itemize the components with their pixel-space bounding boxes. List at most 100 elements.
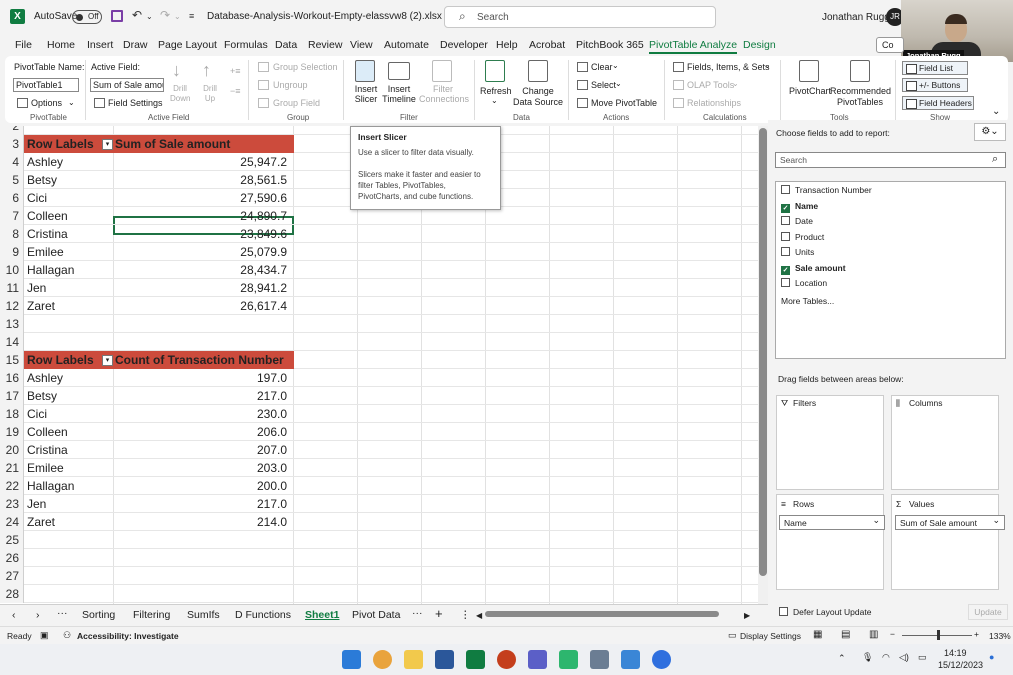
zoom-out-icon[interactable]: −	[890, 629, 895, 639]
olap-tools-button[interactable]: OLAP Tools	[687, 80, 734, 90]
row-label-cell[interactable]: Zaret	[27, 513, 55, 531]
user-name[interactable]: Jonathan Rugg	[822, 12, 890, 23]
tab-formulas[interactable]: Formulas	[224, 39, 268, 51]
recommended-pivottables-button[interactable]: Recommended PivotTables	[830, 86, 891, 108]
sheet-tab-filtering[interactable]: Filtering	[133, 609, 170, 621]
clock-date[interactable]: 15/12/2023	[938, 660, 983, 670]
field-item[interactable]: Date	[781, 216, 813, 226]
ribbon-collapse-icon[interactable]: ⌄	[992, 106, 1000, 117]
row-label-cell[interactable]: Emilee	[27, 243, 64, 261]
row-header[interactable]: 23	[0, 495, 24, 513]
row-header[interactable]: 3	[0, 135, 24, 153]
field-list-button[interactable]: Field List	[902, 61, 968, 75]
sheet-tab-sumifs[interactable]: SumIfs	[187, 609, 220, 621]
table-row[interactable]: Emilee 203.0	[24, 459, 758, 477]
macro-record-icon[interactable]: ▣	[40, 630, 49, 641]
rows-field-name[interactable]: Name	[779, 515, 885, 530]
field-search-input[interactable]: Search ⌕	[775, 152, 1006, 168]
excel-taskbar-icon[interactable]	[466, 650, 485, 669]
value-cell[interactable]: 28,434.7	[113, 261, 287, 279]
row-header[interactable]: 11	[0, 279, 24, 297]
normal-view-icon[interactable]: ▦	[813, 629, 822, 640]
row-label-cell[interactable]: Jen	[27, 495, 46, 513]
defer-layout-checkbox[interactable]	[779, 607, 788, 616]
tab-help[interactable]: Help	[496, 39, 518, 51]
search-box[interactable]: ⌕ Search	[444, 6, 716, 28]
expand-field-icon[interactable]: +≡	[230, 66, 241, 76]
value-cell[interactable]: 27,590.6	[113, 189, 287, 207]
scroll-right-icon[interactable]: ▶	[744, 611, 750, 620]
row-header[interactable]: 9	[0, 243, 24, 261]
autosave-toggle[interactable]: Off	[72, 10, 102, 24]
value-cell[interactable]: 28,941.2	[113, 279, 287, 297]
pivot-header-row[interactable]: Row Labels ▾ Count of Transaction Number	[24, 351, 758, 369]
row-label-cell[interactable]: Cristina	[27, 225, 68, 243]
row-label-cell[interactable]: Ashley	[27, 369, 63, 387]
table-row[interactable]: Cici 230.0	[24, 405, 758, 423]
row-header[interactable]: 17	[0, 387, 24, 405]
value-cell[interactable]: 24,890.7	[113, 207, 287, 225]
redo-dropdown-icon[interactable]: ⌄	[174, 12, 181, 21]
active-field-input[interactable]: Sum of Sale amount	[90, 78, 164, 92]
insert-timeline-button[interactable]: Insert Timeline	[381, 84, 417, 104]
table-row[interactable]: Jen 217.0	[24, 495, 758, 513]
table-row[interactable]: Betsy 217.0	[24, 387, 758, 405]
calendar-app-icon[interactable]	[621, 650, 640, 669]
zoom-slider-thumb[interactable]	[937, 630, 940, 640]
row-label-cell[interactable]: Emilee	[27, 459, 64, 477]
row-header[interactable]: 10	[0, 261, 24, 279]
zoom-level[interactable]: 133%	[989, 631, 1011, 641]
change-data-source-icon[interactable]	[528, 60, 548, 82]
table-row[interactable]: Hallagan 200.0	[24, 477, 758, 495]
options-dropdown-icon[interactable]: ⌄	[68, 98, 75, 107]
field-checkbox[interactable]	[781, 231, 790, 241]
row-header[interactable]: 16	[0, 369, 24, 387]
tab-developer[interactable]: Developer	[440, 39, 488, 51]
value-cell[interactable]: 200.0	[113, 477, 287, 495]
change-data-source-button[interactable]: Change Data Source	[512, 86, 564, 108]
row-header[interactable]: 25	[0, 531, 24, 549]
row-header[interactable]: 22	[0, 477, 24, 495]
teams-icon[interactable]	[528, 650, 547, 669]
table-row[interactable]: Emilee 25,079.9	[24, 243, 758, 261]
row-header[interactable]: 19	[0, 423, 24, 441]
horizontal-scroll-thumb[interactable]	[485, 611, 719, 617]
more-sheets-right-icon[interactable]: ···	[412, 607, 423, 619]
calculator-icon[interactable]	[590, 650, 609, 669]
tab-view[interactable]: View	[350, 39, 373, 51]
insert-timeline-icon[interactable]	[388, 62, 410, 80]
value-cell[interactable]: 25,947.2	[113, 153, 287, 171]
more-tables-link[interactable]: More Tables...	[781, 296, 834, 306]
display-settings-button[interactable]: Display Settings	[740, 631, 801, 641]
row-label-cell[interactable]: Jen	[27, 279, 46, 297]
value-cell[interactable]: 214.0	[113, 513, 287, 531]
row-label-cell[interactable]: Betsy	[27, 387, 57, 405]
value-cell[interactable]: 25,079.9	[113, 243, 287, 261]
tab-draw[interactable]: Draw	[123, 39, 148, 51]
value-cell[interactable]: 217.0	[113, 495, 287, 513]
row-header[interactable]: 21	[0, 459, 24, 477]
field-headers-button[interactable]: Field Headers	[902, 96, 974, 110]
select-dropdown-icon[interactable]: ⌄	[615, 79, 622, 88]
volume-icon[interactable]: ◁)	[899, 652, 909, 663]
tab-pitchbook[interactable]: PitchBook 365	[576, 39, 644, 51]
group-field-button[interactable]: Group Field	[273, 98, 320, 108]
drill-up-button[interactable]: Drill Up	[200, 84, 220, 104]
row-header[interactable]: 4	[0, 153, 24, 171]
prev-sheet-icon[interactable]: ‹	[12, 609, 16, 621]
row-labels-filter-dropdown-icon[interactable]: ▾	[102, 139, 113, 150]
value-cell[interactable]: 206.0	[113, 423, 287, 441]
comments-button[interactable]: Co	[876, 37, 904, 53]
insert-slicer-icon[interactable]	[355, 60, 375, 82]
chrome-icon[interactable]	[373, 650, 392, 669]
drill-down-button[interactable]: Drill Down	[170, 84, 190, 104]
file-explorer-icon[interactable]	[404, 650, 423, 669]
battery-icon[interactable]: ▭	[918, 652, 927, 663]
tab-file[interactable]: File	[15, 39, 32, 51]
move-pivottable-button[interactable]: Move PivotTable	[591, 98, 657, 108]
accessibility-status[interactable]: Accessibility: Investigate	[77, 631, 179, 641]
row-header[interactable]: 20	[0, 441, 24, 459]
field-settings-button[interactable]: Field Settings	[108, 98, 163, 108]
row-header[interactable]: 5	[0, 171, 24, 189]
clear-dropdown-icon[interactable]: ⌄	[612, 61, 619, 70]
